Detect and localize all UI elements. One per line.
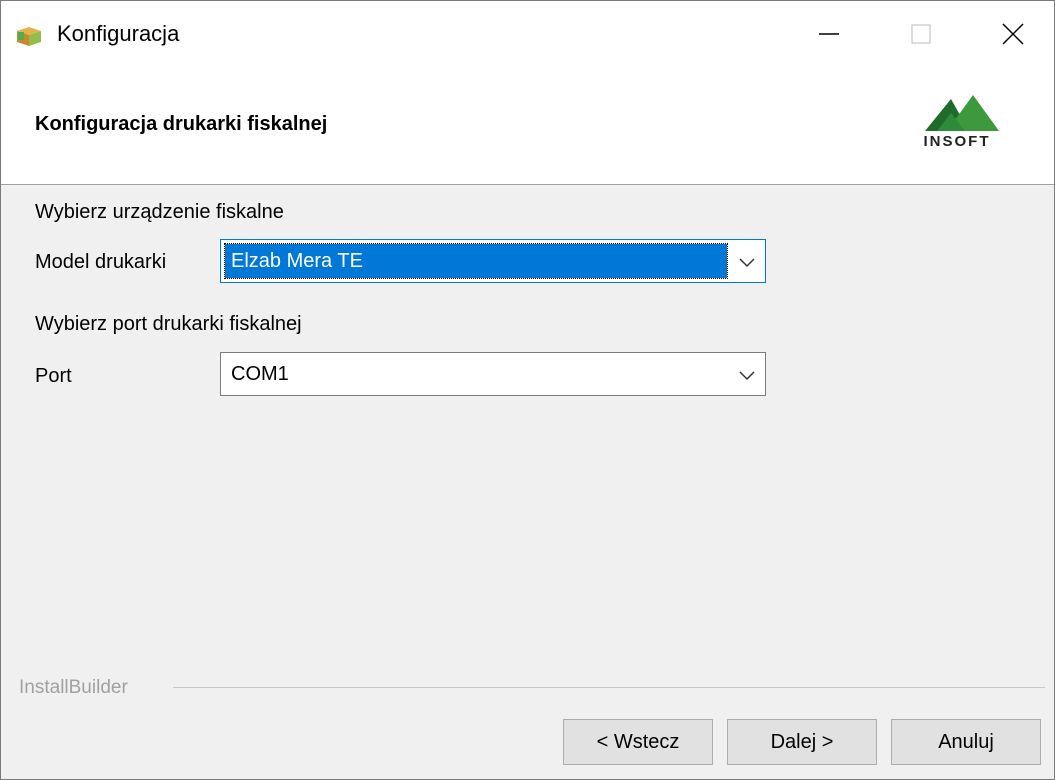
logo-text: INSOFT — [923, 133, 991, 150]
port-dropdown[interactable]: COM1 — [220, 352, 766, 396]
close-button[interactable] — [967, 1, 1055, 67]
close-icon — [1002, 23, 1024, 45]
cancel-button[interactable]: Anuluj — [891, 719, 1041, 765]
chevron-down-icon — [739, 371, 755, 381]
footer-divider — [173, 687, 1045, 688]
page-title: Konfiguracja drukarki fiskalnej — [35, 113, 328, 135]
installer-window: Konfiguracja Konfiguracja drukarki fiska… — [0, 0, 1055, 780]
wizard-header: Konfiguracja drukarki fiskalnej INSOFT — [1, 67, 1054, 185]
title-bar[interactable]: Konfiguracja — [1, 1, 1054, 67]
next-button[interactable]: Dalej > — [727, 719, 877, 765]
minimize-button[interactable] — [783, 1, 875, 67]
installbuilder-label: InstallBuilder — [19, 677, 128, 698]
minimize-icon — [819, 33, 839, 35]
model-dropdown[interactable]: Elzab Mera TE — [220, 239, 766, 283]
device-section-heading: Wybierz urządzenie fiskalne — [35, 201, 284, 223]
port-dropdown-value: COM1 — [231, 363, 289, 385]
model-dropdown-value: Elzab Mera TE — [224, 243, 728, 279]
maximize-icon — [911, 24, 931, 44]
insoft-logo: INSOFT — [907, 91, 1007, 161]
maximize-button[interactable] — [875, 1, 967, 67]
port-label: Port — [35, 365, 72, 387]
mountain-logo-icon — [925, 95, 999, 131]
model-label: Model drukarki — [35, 251, 167, 273]
back-button[interactable]: < Wstecz — [563, 719, 713, 765]
port-section-heading: Wybierz port drukarki fiskalnej — [35, 313, 302, 335]
installer-box-icon — [17, 27, 41, 46]
window-title: Konfiguracja — [57, 21, 180, 46]
chevron-down-icon — [739, 258, 755, 268]
